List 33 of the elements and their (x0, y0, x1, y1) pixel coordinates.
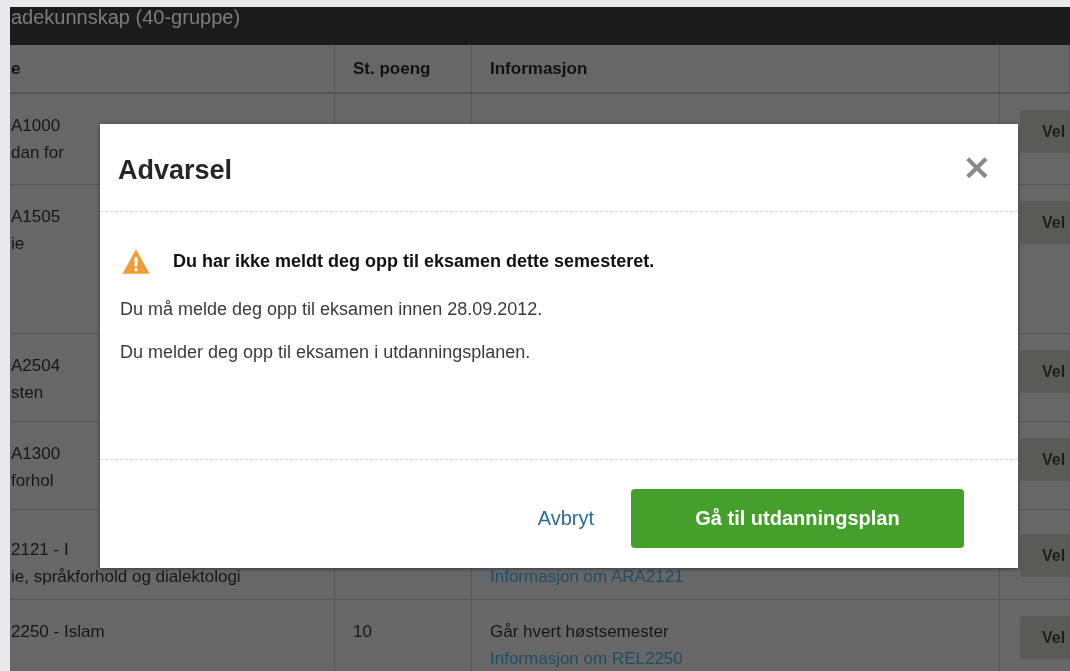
column-header: e (11, 58, 21, 79)
info-link[interactable]: Informasjon om ARA2121 (490, 567, 684, 586)
confirm-button[interactable]: Gå til utdanningsplan (631, 488, 964, 548)
column-header: Informasjon (490, 58, 588, 79)
dialog-title: Advarsel (118, 155, 233, 186)
credit-points: 10 (353, 622, 372, 641)
course-name: forhol (11, 471, 54, 490)
select-button[interactable]: Vel (1020, 616, 1070, 659)
warning-message: Du har ikke meldt deg opp til eksamen dette semesteret. (173, 251, 655, 272)
cancel-link[interactable]: Avbryt (537, 506, 594, 530)
course-name: A1300 (11, 444, 61, 463)
select-button[interactable]: Vel (1020, 201, 1070, 244)
course-name: A1000 (11, 116, 61, 135)
info-text: Går hvert høstsemester (490, 622, 669, 641)
course-name: 2250 - Islam (11, 622, 105, 641)
select-button[interactable]: Vel (1020, 110, 1070, 153)
info-link[interactable]: Informasjon om REL2250 (490, 649, 683, 668)
course-name: 2121 - I (11, 540, 69, 559)
page-title: adekunnskap (40-gruppe) (10, 7, 241, 27)
select-button[interactable]: Vel (1020, 350, 1070, 393)
dialog-text: Du må melde deg opp til eksamen innen 28.09.2012. (120, 298, 544, 321)
warning-icon (121, 248, 151, 275)
select-button[interactable]: Vel (1020, 438, 1070, 481)
course-name: dan for (11, 143, 64, 162)
column-header: St. poeng (353, 58, 431, 79)
dialog-text: Du melder deg opp til eksamen i utdanningsplanen. (120, 341, 532, 364)
course-name: ie (11, 234, 25, 253)
course-name: A1505 (11, 207, 61, 226)
course-name: A2504 (11, 356, 61, 375)
close-button[interactable]: × (961, 151, 992, 182)
course-name: sten (11, 383, 44, 402)
course-name: ie, språkforhold og dialektologi (11, 567, 241, 586)
select-button[interactable]: Vel (1020, 534, 1070, 577)
